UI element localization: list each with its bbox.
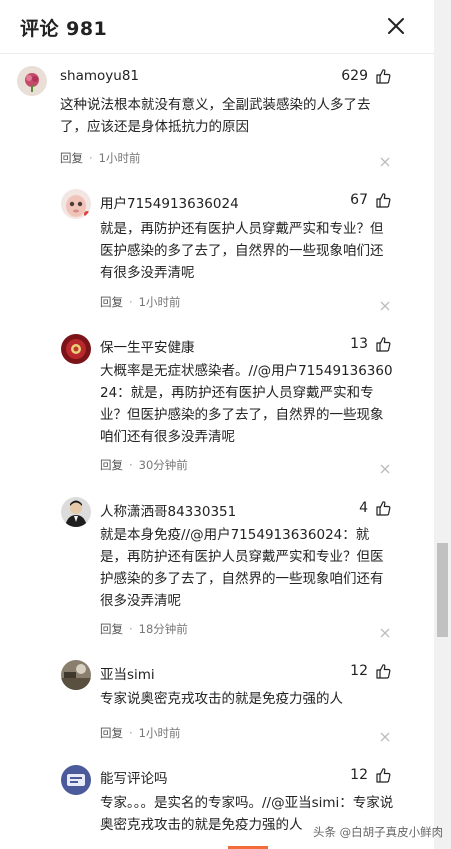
- avatar[interactable]: [61, 334, 91, 364]
- comments-title: 评论 981: [20, 18, 108, 40]
- comment-username[interactable]: 用户7154913636024: [100, 192, 239, 212]
- like-count: 12: [350, 767, 368, 783]
- comment-time: 1小时前: [138, 295, 181, 309]
- avatar[interactable]: [17, 66, 47, 96]
- comment-meta: 回复 · 1小时前: [100, 295, 181, 309]
- comment-username[interactable]: 人称潇洒哥84330351: [100, 500, 236, 520]
- avatar[interactable]: [61, 660, 91, 690]
- dismiss-icon[interactable]: [380, 459, 390, 474]
- reply-button[interactable]: 回复: [100, 622, 123, 636]
- comment-meta: 回复 · 1小时前: [60, 151, 141, 165]
- thumbs-up-icon[interactable]: [375, 767, 391, 783]
- comment-meta: 回复 · 1小时前: [100, 726, 181, 740]
- thumbs-up-icon[interactable]: [375, 336, 391, 352]
- avatar[interactable]: [61, 497, 91, 527]
- reply-button[interactable]: 回复: [60, 151, 83, 165]
- thumbs-up-icon[interactable]: [375, 192, 391, 208]
- comment-text: 专家说奥密克戎攻击的就是免疫力强的人: [100, 691, 343, 707]
- comment-text: 这种说法根本就没有意义，全副武装感染的人多了去了，应该还是身体抵抗力的原因: [60, 97, 371, 135]
- like-count: 4: [359, 500, 368, 516]
- dismiss-icon[interactable]: [380, 727, 390, 742]
- comment-username[interactable]: 能写评论吗: [100, 767, 168, 787]
- like-count: 13: [350, 336, 368, 352]
- comment-meta: 回复 · 30分钟前: [100, 458, 188, 472]
- reply-button[interactable]: 回复: [100, 726, 123, 740]
- like-count: 629: [341, 68, 368, 84]
- comments-panel: 评论 981 shamoyu81 629 这种说法根本就没有意义，全副武装感染的…: [0, 0, 434, 849]
- like-count: 67: [350, 192, 368, 208]
- comment-username[interactable]: 亚当simi: [100, 663, 155, 683]
- thumbs-up-icon[interactable]: [375, 500, 391, 516]
- comment-time: 18分钟前: [138, 622, 188, 636]
- comment-time: 1小时前: [138, 726, 181, 740]
- comment-time: 1小时前: [98, 151, 141, 165]
- dismiss-icon[interactable]: [380, 296, 390, 311]
- dismiss-icon[interactable]: [380, 152, 390, 167]
- watermark-text: 头条 @白胡子真皮小鲜肉: [313, 825, 444, 839]
- thumbs-up-icon[interactable]: [375, 663, 391, 679]
- comment-text: 就是本身免疫//@用户7154913636024：就是，再防护还有医护人员穿戴严…: [100, 527, 384, 609]
- comment-text: 大概率是无症状感染者。//@用户7154913636024：就是，再防护还有医护…: [100, 363, 393, 445]
- comment-username[interactable]: 保一生平安健康: [100, 336, 195, 356]
- dismiss-icon[interactable]: [380, 623, 390, 638]
- close-button[interactable]: [384, 14, 408, 38]
- avatar[interactable]: [61, 189, 91, 219]
- reply-button[interactable]: 回复: [100, 295, 123, 309]
- close-icon: [388, 18, 404, 34]
- comment-meta: 回复 · 18分钟前: [100, 622, 188, 636]
- like-count: 12: [350, 663, 368, 679]
- thumbs-up-icon[interactable]: [375, 68, 391, 84]
- comment-username[interactable]: shamoyu81: [60, 68, 139, 84]
- avatar[interactable]: [61, 765, 91, 795]
- comments-header: 评论 981: [0, 0, 434, 54]
- comment-text: 就是，再防护还有医护人员穿戴严实和专业？但医护感染的多了去了，自然界的一些现象咱…: [100, 221, 384, 281]
- reply-button[interactable]: 回复: [100, 458, 123, 472]
- scrollbar-track[interactable]: [434, 0, 451, 849]
- scrollbar-thumb[interactable]: [437, 543, 448, 637]
- comment-time: 30分钟前: [138, 458, 188, 472]
